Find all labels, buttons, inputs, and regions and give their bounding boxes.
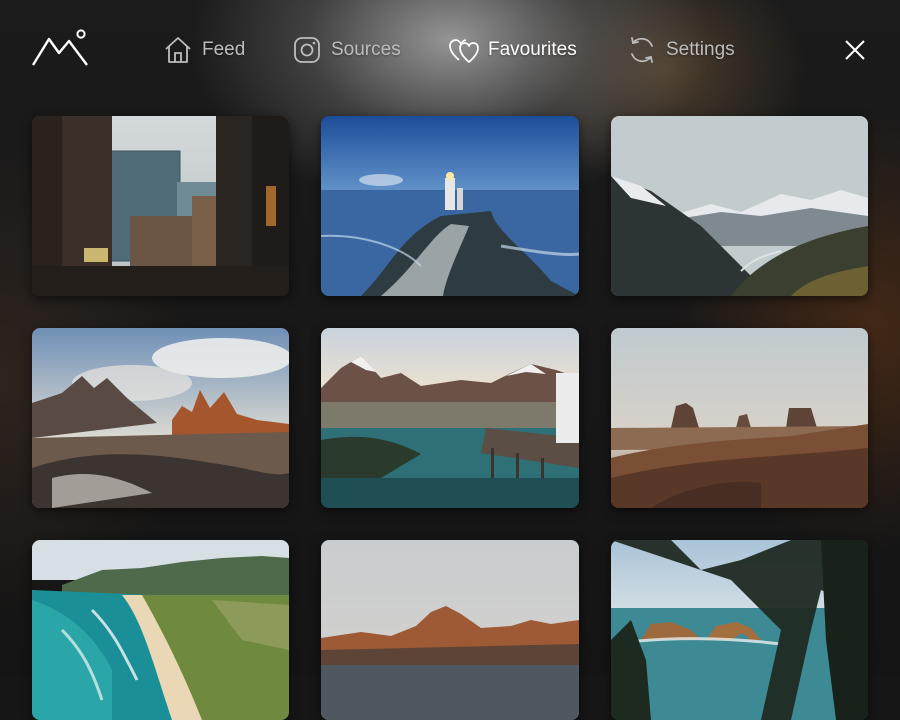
refresh-icon [631, 37, 653, 63]
gallery-item-sea-stacks[interactable] [611, 540, 868, 720]
home-icon [165, 37, 191, 63]
fjord-dock-photo [321, 328, 579, 508]
close-icon[interactable] [843, 38, 867, 62]
lighthouse-pier-photo [321, 116, 579, 296]
gallery-item-red-mountain-lake[interactable] [321, 540, 579, 720]
mountain-logo-icon[interactable] [31, 29, 89, 69]
nav-sources-label: Sources [331, 39, 401, 60]
nav-feed-label: Feed [202, 39, 246, 60]
gallery-item-city-street[interactable] [32, 116, 289, 296]
monument-valley-photo [611, 328, 868, 508]
gallery-item-dolomite-peaks[interactable] [32, 328, 289, 508]
city-street-photo [32, 116, 289, 296]
mountain-valley-photo [611, 116, 868, 296]
gallery-item-fjord-dock[interactable] [321, 328, 579, 508]
red-mountain-lake-photo [321, 540, 579, 720]
dolomite-peaks-photo [32, 328, 289, 508]
nav-feed[interactable]: Feed [163, 34, 245, 66]
favourites-gallery [32, 116, 868, 720]
nav-favourites-label: Favourites [488, 39, 577, 60]
gallery-item-monument-valley[interactable] [611, 328, 868, 508]
top-navigation-bar: Feed Sources Favourites Settings [0, 0, 900, 100]
hearts-icon [449, 39, 479, 63]
nav-sources[interactable]: Sources [292, 34, 401, 66]
sea-stacks-photo [611, 540, 868, 720]
nav-favourites[interactable]: Favourites [449, 34, 577, 66]
gallery-item-coastal-beach[interactable] [32, 540, 289, 720]
instagram-icon [294, 37, 320, 63]
nav-settings[interactable]: Settings [627, 34, 735, 66]
coastal-beach-photo [32, 540, 289, 720]
gallery-item-mountain-valley[interactable] [611, 116, 868, 296]
gallery-item-lighthouse-pier[interactable] [321, 116, 579, 296]
nav-settings-label: Settings [666, 39, 735, 60]
